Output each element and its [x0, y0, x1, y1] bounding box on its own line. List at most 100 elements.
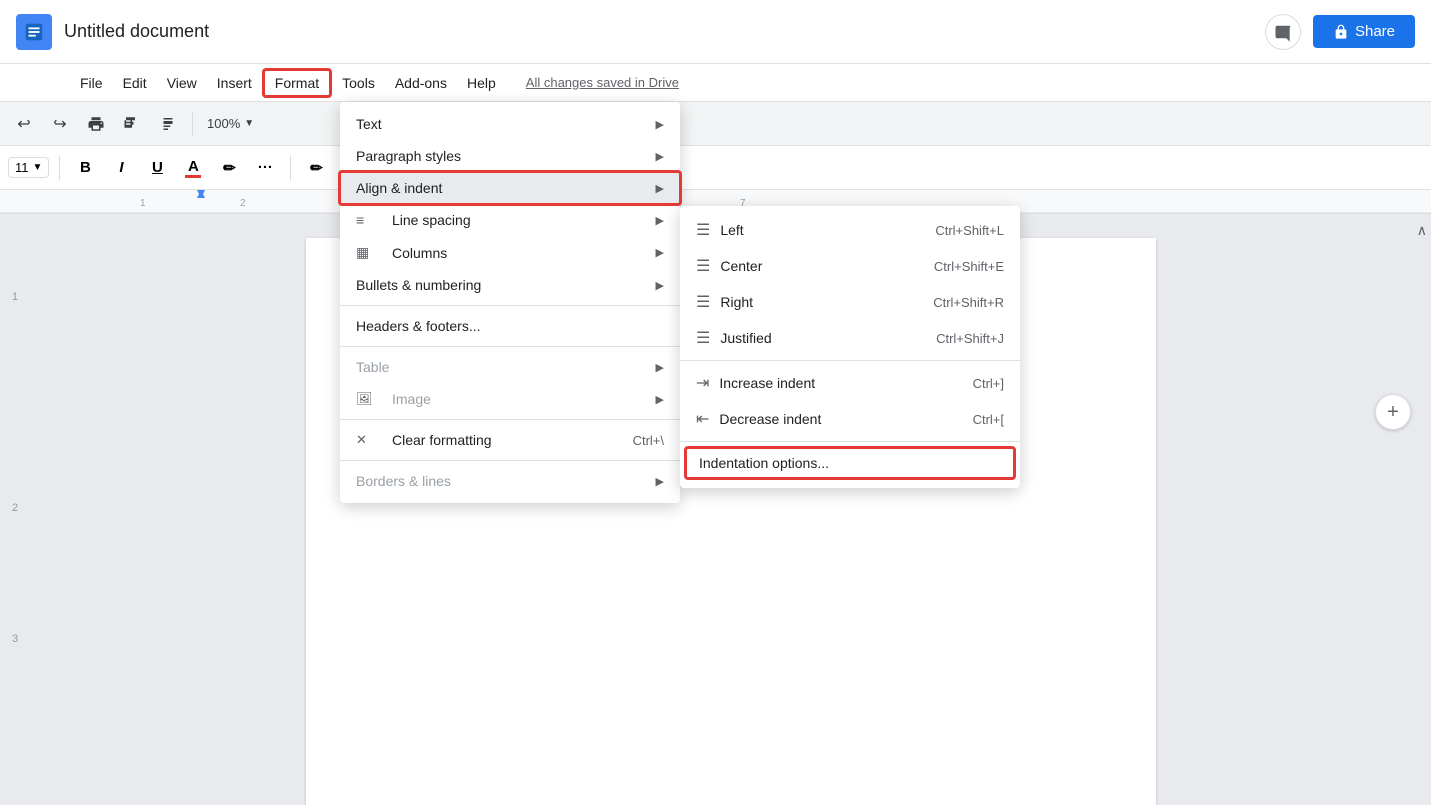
underline-button[interactable]: U — [142, 153, 172, 183]
menu-file[interactable]: File — [70, 71, 113, 95]
left-margin: 1 2 3 — [0, 214, 30, 805]
format-menu-clear-label: Clear formatting — [392, 432, 492, 448]
format-dropdown: Text ▶ Paragraph styles ▶ Align & indent… — [340, 102, 680, 503]
format-menu-linespacing[interactable]: ≡ Line spacing ▶ — [340, 204, 680, 236]
print-button[interactable] — [80, 108, 112, 140]
add-button[interactable]: + — [1375, 394, 1411, 430]
paragraph-arrow-icon: ▶ — [656, 150, 664, 163]
format-menu-bullets[interactable]: Bullets & numbering ▶ — [340, 269, 680, 301]
format-menu-bullets-label: Bullets & numbering — [356, 277, 481, 293]
dropdown-sep-3 — [340, 419, 680, 420]
align-justified-icon: ☰ — [696, 328, 710, 348]
increase-indent-shortcut: Ctrl+] — [973, 376, 1004, 391]
format-menu-image-label: Image — [392, 391, 431, 407]
share-button[interactable]: Share — [1313, 15, 1415, 48]
align-left[interactable]: ☰ Left Ctrl+Shift+L — [680, 212, 1020, 248]
format-menu-align[interactable]: Align & indent ▶ — [340, 172, 680, 204]
toolbar: ↩ ↪ 100% ▼ — [0, 102, 1431, 146]
align-left-label: Left — [720, 222, 743, 238]
menu-insert[interactable]: Insert — [207, 71, 262, 95]
format-menu-table: Table ▶ — [340, 351, 680, 383]
scroll-up-button[interactable]: ∧ — [1417, 222, 1427, 239]
format-menu-text-label: Text — [356, 116, 382, 132]
menu-tools[interactable]: Tools — [332, 71, 385, 95]
dropdown-sep-4 — [340, 460, 680, 461]
comment-button[interactable] — [1265, 14, 1301, 50]
indentation-options[interactable]: Indentation options... — [684, 446, 1016, 480]
highlight-button[interactable]: ✏ — [214, 153, 244, 183]
dropdown-sep-1 — [340, 305, 680, 306]
format-menu-headers[interactable]: Headers & footers... — [340, 310, 680, 342]
borders-arrow-icon: ▶ — [656, 475, 664, 488]
undo-button[interactable]: ↩ — [8, 108, 40, 140]
image-arrow-icon: ▶ — [656, 393, 664, 406]
align-center-label: Center — [720, 258, 762, 274]
line-spacing-icon: ≡ — [356, 212, 376, 228]
align-submenu: ☰ Left Ctrl+Shift+L ☰ Center Ctrl+Shift+… — [680, 206, 1020, 488]
align-right-label: Right — [720, 294, 753, 310]
top-right-actions: Share — [1265, 14, 1415, 50]
font-size-control[interactable]: 11 ▼ — [8, 157, 49, 178]
menu-addons[interactable]: Add-ons — [385, 71, 457, 95]
zoom-control[interactable]: 100% ▼ — [201, 116, 260, 131]
format-menu-paragraph-label: Paragraph styles — [356, 148, 461, 164]
zoom-arrow: ▼ — [244, 118, 254, 129]
decrease-indent-icon: ⇤ — [696, 409, 709, 429]
edit-button[interactable]: ✏ — [301, 153, 331, 183]
format-menu-columns-label: Columns — [392, 245, 447, 261]
menu-format[interactable]: Format — [262, 68, 332, 98]
dropdown-sep-2 — [340, 346, 680, 347]
toolbar-separator-1 — [192, 112, 193, 136]
indentation-options-label: Indentation options... — [699, 455, 829, 471]
align-center-shortcut: Ctrl+Shift+E — [934, 259, 1004, 274]
linespacing-arrow-icon: ▶ — [656, 214, 664, 227]
svg-text:2: 2 — [240, 198, 246, 209]
decrease-indent[interactable]: ⇤ Decrease indent Ctrl+[ — [680, 401, 1020, 437]
redo-button[interactable]: ↪ — [44, 108, 76, 140]
save-status: All changes saved in Drive — [526, 75, 679, 90]
italic-button[interactable]: I — [106, 153, 136, 183]
svg-text:1: 1 — [140, 198, 146, 209]
format-menu-paragraph[interactable]: Paragraph styles ▶ — [340, 140, 680, 172]
decrease-indent-label: Decrease indent — [719, 411, 821, 427]
menu-view[interactable]: View — [157, 71, 207, 95]
format-paint-button[interactable] — [152, 108, 184, 140]
format-menu-linespacing-label: Line spacing — [392, 212, 471, 228]
document-title: Untitled document — [64, 21, 209, 42]
bold-button[interactable]: B — [70, 153, 100, 183]
image-icon: 🖼 — [356, 391, 376, 407]
align-right-icon: ☰ — [696, 292, 710, 312]
paint-format-button[interactable] — [116, 108, 148, 140]
align-justified-label: Justified — [720, 330, 771, 346]
menu-help[interactable]: Help — [457, 71, 506, 95]
increase-indent[interactable]: ⇥ Increase indent Ctrl+] — [680, 365, 1020, 401]
align-justified[interactable]: ☰ Justified Ctrl+Shift+J — [680, 320, 1020, 356]
align-left-shortcut: Ctrl+Shift+L — [935, 223, 1004, 238]
align-sep-1 — [680, 360, 1020, 361]
format-menu-text[interactable]: Text ▶ — [340, 108, 680, 140]
font-toolbar-sep-2 — [290, 156, 291, 180]
columns-arrow-icon: ▶ — [656, 246, 664, 259]
increase-indent-label: Increase indent — [719, 375, 815, 391]
more-button[interactable]: ··· — [250, 153, 280, 183]
clear-icon: ✕ — [356, 432, 376, 448]
clear-shortcut: Ctrl+\ — [633, 433, 664, 448]
font-toolbar-sep-1 — [59, 156, 60, 180]
decrease-indent-shortcut: Ctrl+[ — [973, 412, 1004, 427]
bullets-arrow-icon: ▶ — [656, 279, 664, 292]
format-menu-align-label: Align & indent — [356, 180, 442, 196]
format-menu-headers-label: Headers & footers... — [356, 318, 481, 334]
format-menu-columns[interactable]: ▦ Columns ▶ — [340, 236, 680, 269]
menu-edit[interactable]: Edit — [113, 71, 157, 95]
align-right[interactable]: ☰ Right Ctrl+Shift+R — [680, 284, 1020, 320]
font-size-arrow: ▼ — [33, 162, 43, 173]
app-icon — [16, 14, 52, 50]
format-menu-clear[interactable]: ✕ Clear formatting Ctrl+\ — [340, 424, 680, 456]
font-toolbar: 11 ▼ B I U A ✏ ··· ✏ ∧ — [0, 146, 1431, 190]
format-menu-borders: Borders & lines ▶ — [340, 465, 680, 497]
columns-icon: ▦ — [356, 244, 376, 261]
align-center[interactable]: ☰ Center Ctrl+Shift+E — [680, 248, 1020, 284]
align-justified-shortcut: Ctrl+Shift+J — [936, 331, 1004, 346]
menu-bar: File Edit View Insert Format Tools Add-o… — [0, 64, 1431, 102]
text-color-button[interactable]: A — [178, 153, 208, 183]
